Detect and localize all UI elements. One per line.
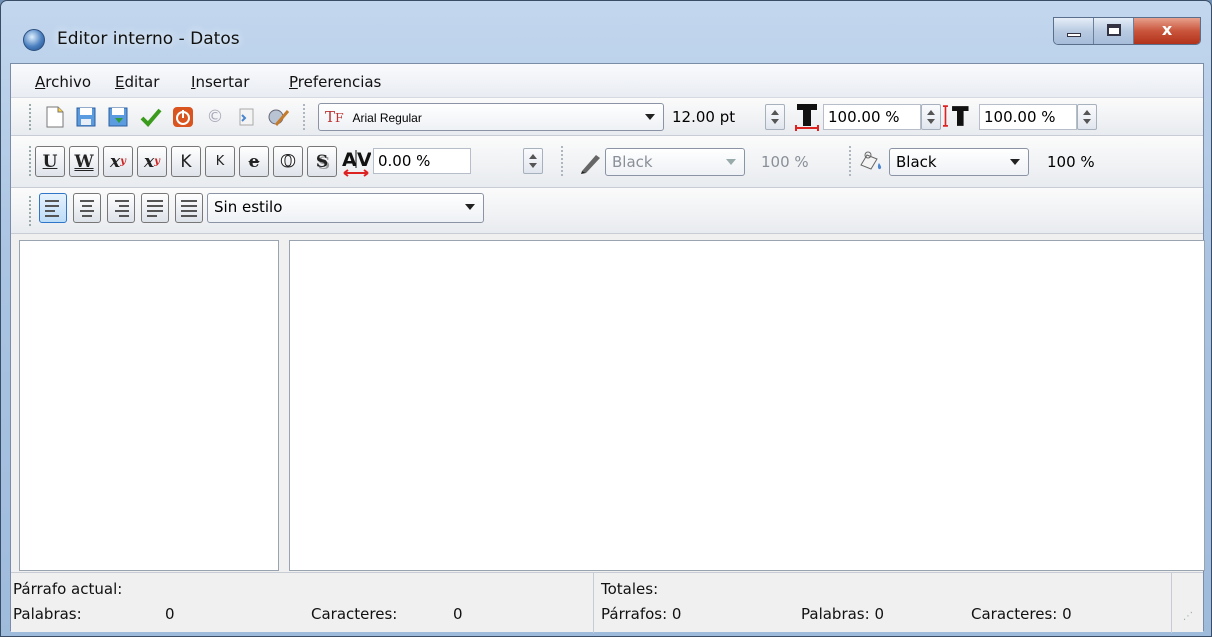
tracking-icon: AV [341,146,371,178]
totals-title: Totales: [601,580,659,598]
menu-insertar[interactable]: Insertar [191,73,249,91]
open-icon[interactable] [73,103,101,131]
menu-label-rest: referencias [297,73,382,91]
format-toolbar: U W xy xy K K e O S AV 0.00 % Black 100 … [11,136,1203,188]
menu-bar: Archivo Editar Insertar Preferencias [11,64,1203,98]
toolbar-separator [561,146,565,176]
font-family-value: Arial Regular [352,111,422,125]
char-width-stepper[interactable] [921,104,941,130]
justify-all-button[interactable] [175,193,203,223]
align-left-button[interactable] [39,193,67,223]
toolbar-grip[interactable] [29,104,32,130]
chevron-down-icon [645,114,655,120]
menu-label-rest: nsertar [195,73,250,91]
fill-color-combo[interactable]: Black [889,148,1029,176]
text-editor-area[interactable] [289,240,1205,571]
text-height-icon [943,102,971,130]
check-icon[interactable] [137,103,165,131]
maximize-button[interactable] [1094,18,1134,44]
strikethrough-button[interactable]: e [239,146,269,177]
toolbar-separator [303,104,307,130]
outline-button[interactable]: O [273,146,303,177]
subscript-button[interactable]: xy [103,146,133,177]
tracking-field[interactable]: 0.00 % [373,148,471,174]
total-paragraphs: Párrafos: 0 [601,605,682,623]
window-title: Editor interno - Datos [57,29,240,49]
copyright-icon[interactable]: © [201,103,229,131]
menu-preferencias[interactable]: Preferencias [289,73,381,91]
window-controls: x [1053,17,1201,45]
font-size-field[interactable]: 12.00 pt [667,104,763,130]
svg-text:V: V [357,149,371,171]
menu-mnemonic: A [35,73,46,91]
words-label: Palabras: [13,605,82,623]
power-stop-icon[interactable] [169,103,197,131]
paragraph-style-combo[interactable]: Sin estilo [207,193,484,223]
align-center-button[interactable] [73,193,101,223]
minimize-button[interactable] [1054,18,1094,44]
stroke-color-combo[interactable]: Black [605,148,745,176]
justify-button[interactable] [141,193,169,223]
status-bar: Párrafo actual: Palabras: 0 Caracteres: … [11,572,1203,633]
underline-button[interactable]: U [35,146,65,177]
menu-label-rest: rchivo [45,73,92,91]
stroke-opacity[interactable]: 100 % [761,153,809,171]
status-divider [593,573,594,633]
char-width-field[interactable]: 100.00 % [823,104,921,130]
superscript-button[interactable]: xy [137,146,167,177]
total-characters: Caracteres: 0 [971,605,1072,623]
status-divider [1171,573,1172,633]
paragraph-style-value: Sin estilo [214,198,283,216]
current-paragraph-title: Párrafo actual: [13,580,123,598]
edit-settings-icon[interactable] [265,103,293,131]
app-window: Editor interno - Datos x Archivo Editar … [0,0,1212,637]
menu-mnemonic: P [289,73,298,91]
chevron-down-icon [1010,159,1020,165]
menu-archivo[interactable]: Archivo [35,73,91,91]
tracking-stepper[interactable] [523,148,543,174]
save-icon[interactable] [105,103,133,131]
stroke-pen-icon[interactable] [577,148,605,176]
char-height-field[interactable]: 100.00 % [979,104,1077,130]
globe-app-icon [23,29,45,51]
svg-text:A: A [342,149,357,171]
paste-icon[interactable] [233,103,261,131]
font-type-icon: TF [325,108,344,126]
title-bar[interactable]: Editor interno - Datos x [1,1,1211,63]
fill-bucket-icon[interactable] [859,148,887,176]
main-toolbar: © TF Arial Regular 12.00 pt 100.00 % 100… [11,98,1203,136]
maximize-icon [1107,24,1121,36]
close-icon: x [1161,20,1173,39]
small-caps-button[interactable]: K [171,146,201,177]
chevron-down-icon [726,159,736,165]
small-k-button[interactable]: K [205,146,235,177]
minimize-icon [1067,33,1081,37]
font-family-combo[interactable]: TF Arial Regular [318,103,664,131]
shadow-button[interactable]: S [307,146,337,177]
toolbar-grip[interactable] [29,196,32,226]
total-words: Palabras: 0 [801,605,884,623]
font-size-stepper[interactable] [765,104,785,130]
paragraph-toolbar: Sin estilo [11,188,1203,234]
stroke-color-value: Black [612,153,653,171]
chars-value: 0 [453,605,463,623]
fill-opacity[interactable]: 100 % [1047,153,1095,171]
toolbar-grip[interactable] [29,146,32,176]
fill-color-value: Black [896,153,937,171]
char-height-stepper[interactable] [1077,104,1097,130]
words-value: 0 [165,605,175,623]
align-right-button[interactable] [107,193,135,223]
paragraph-list-panel[interactable] [19,240,279,571]
menu-editar[interactable]: Editar [115,73,159,91]
menu-label-rest: ditar [124,73,160,91]
client-area: Archivo Editar Insertar Preferencias © T… [10,63,1205,633]
chevron-down-icon [465,204,475,210]
chars-label: Caracteres: [311,605,398,623]
close-button[interactable]: x [1134,18,1200,44]
new-document-icon[interactable] [41,103,69,131]
text-width-icon [793,102,821,131]
toolbar-separator [849,146,853,176]
resize-grip-icon[interactable]: ⋰ [1183,611,1193,622]
double-underline-button[interactable]: W [69,146,99,177]
